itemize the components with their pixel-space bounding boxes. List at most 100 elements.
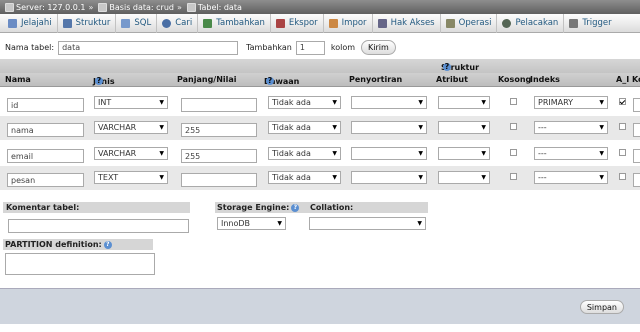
column-null-checkbox[interactable]	[510, 149, 517, 156]
header-comment: Ko	[632, 75, 640, 84]
help-icon[interactable]: ?	[291, 203, 300, 212]
help-icon[interactable]: ?	[266, 77, 274, 85]
column-comment-input[interactable]	[633, 149, 640, 163]
column-ai-checkbox[interactable]	[619, 123, 626, 130]
help-icon[interactable]: ?	[443, 63, 451, 71]
operations-icon	[445, 18, 455, 28]
search-icon	[162, 18, 172, 28]
column-collation-select[interactable]: ▼	[351, 96, 427, 109]
column-name-input[interactable]	[7, 123, 84, 137]
column-ai-checkbox[interactable]	[619, 98, 626, 105]
column-default-select[interactable]: Tidak ada ▼	[268, 147, 341, 160]
tab-export[interactable]: Ekspor	[271, 13, 324, 33]
submit-button[interactable]: Kirim	[361, 40, 396, 55]
table-collation-select[interactable]: ▼	[309, 217, 426, 230]
column-length-input[interactable]	[181, 123, 257, 137]
tab-structure[interactable]: Struktur	[58, 13, 117, 33]
column-type-select[interactable]: VARCHAR ▼	[94, 147, 168, 160]
column-name-input[interactable]	[7, 98, 84, 112]
column-index-select[interactable]: --- ▼	[534, 147, 608, 160]
column-default-select[interactable]: Tidak ada ▼	[268, 96, 341, 109]
column-type-select[interactable]: INT ▼	[94, 96, 168, 109]
tab-operations[interactable]: Operasi	[441, 13, 498, 33]
trigger-icon	[569, 18, 579, 28]
table-name-row: Nama tabel: Tambahkan kolom Kirim	[5, 40, 396, 55]
column-length-input[interactable]	[181, 173, 257, 187]
header-null: Kosong	[498, 75, 532, 84]
table-icon	[186, 2, 196, 12]
column-comment-input[interactable]	[633, 123, 640, 137]
column-collation-select[interactable]: ▼	[351, 121, 427, 134]
column-length-input[interactable]	[181, 149, 257, 163]
column-collation-select[interactable]: ▼	[351, 171, 427, 184]
column-comment-input[interactable]	[633, 98, 640, 112]
table-row: TEXT▼ Tidak ada▼ ▼ ▼ ---▼	[0, 166, 640, 190]
column-length-input[interactable]	[181, 98, 257, 112]
tab-search[interactable]: Cari	[157, 13, 199, 33]
column-default-select[interactable]: Tidak ada ▼	[268, 121, 341, 134]
tab-sql[interactable]: SQL	[116, 13, 158, 33]
breadcrumb-table[interactable]: Tabel: data	[185, 2, 242, 12]
storage-engine-select[interactable]: InnoDB ▼	[217, 217, 286, 230]
table-row: VARCHAR▼ Tidak ada▼ ▼ ▼ ---▼	[0, 116, 640, 140]
table-comment-input[interactable]	[8, 219, 189, 233]
column-attribute-select[interactable]: ▼	[438, 96, 490, 109]
breadcrumb-server[interactable]: Server: 127.0.0.1	[3, 2, 86, 12]
column-index-select[interactable]: --- ▼	[534, 121, 608, 134]
header-row: Nama Jenis? Panjang/Nilai Bawaan? Penyor…	[0, 73, 640, 87]
column-null-checkbox[interactable]	[510, 173, 517, 180]
column-collation-select[interactable]: ▼	[351, 147, 427, 160]
import-icon	[328, 18, 338, 28]
header-index: Indeks	[530, 75, 560, 84]
table-row: VARCHAR▼ Tidak ada▼ ▼ ▼ ---▼	[0, 142, 640, 166]
column-comment-input[interactable]	[633, 173, 640, 187]
tracking-icon	[502, 18, 512, 28]
column-default-select[interactable]: Tidak ada ▼	[268, 171, 341, 184]
form-footer: Simpan	[0, 288, 640, 324]
header-collation: Penyortiran	[349, 75, 403, 84]
comment-label: Komentar tabel:	[6, 203, 80, 212]
tab-insert[interactable]: Tambahkan	[198, 13, 271, 33]
table-name-input[interactable]	[58, 40, 239, 55]
tab-privileges[interactable]: Hak Akses	[373, 13, 441, 33]
server-icon	[5, 2, 14, 12]
column-name-input[interactable]	[7, 149, 84, 163]
header-length: Panjang/Nilai	[177, 75, 237, 84]
help-icon[interactable]: ?	[103, 240, 112, 249]
breadcrumb: Server: 127.0.0.1 » Basis data: crud » T…	[0, 0, 640, 14]
column-ai-checkbox[interactable]	[619, 149, 626, 156]
structure-icon	[62, 18, 72, 28]
column-attribute-select[interactable]: ▼	[438, 147, 490, 160]
database-icon	[98, 2, 108, 12]
header-attribute: Atribut	[436, 75, 468, 84]
column-type-select[interactable]: VARCHAR ▼	[94, 121, 168, 134]
breadcrumb-separator: »	[177, 2, 182, 12]
header-name: Nama	[5, 75, 31, 84]
add-column-count-input[interactable]	[295, 40, 325, 55]
column-index-select[interactable]: --- ▼	[534, 171, 608, 184]
column-attribute-select[interactable]: ▼	[438, 171, 490, 184]
breadcrumb-database[interactable]: Basis data: crud	[96, 2, 174, 12]
insert-icon	[203, 18, 213, 28]
column-name-input[interactable]	[7, 173, 84, 187]
table-name-label: Nama tabel:	[5, 43, 55, 52]
column-attribute-select[interactable]: ▼	[438, 121, 490, 134]
column-null-checkbox[interactable]	[510, 123, 517, 130]
help-icon[interactable]: ?	[95, 77, 103, 85]
column-null-checkbox[interactable]	[510, 98, 517, 105]
partition-textarea[interactable]	[5, 253, 155, 275]
export-icon	[275, 18, 285, 28]
save-button[interactable]: Simpan	[579, 300, 624, 314]
column-index-select[interactable]: PRIMARY ▼	[534, 96, 608, 109]
breadcrumb-separator: »	[88, 2, 94, 12]
column-type-select[interactable]: TEXT ▼	[94, 171, 168, 184]
tab-import[interactable]: Impor	[324, 13, 373, 33]
browse-icon	[8, 18, 17, 28]
column-ai-checkbox[interactable]	[619, 173, 626, 180]
add-label: Tambahkan	[246, 43, 292, 52]
tab-browse[interactable]: Jelajahi	[3, 13, 58, 33]
column-label: kolom	[330, 43, 356, 52]
privileges-icon	[377, 18, 387, 28]
tab-tracking[interactable]: Pelacakan	[497, 13, 565, 33]
tab-trigger[interactable]: Trigger	[564, 14, 616, 33]
